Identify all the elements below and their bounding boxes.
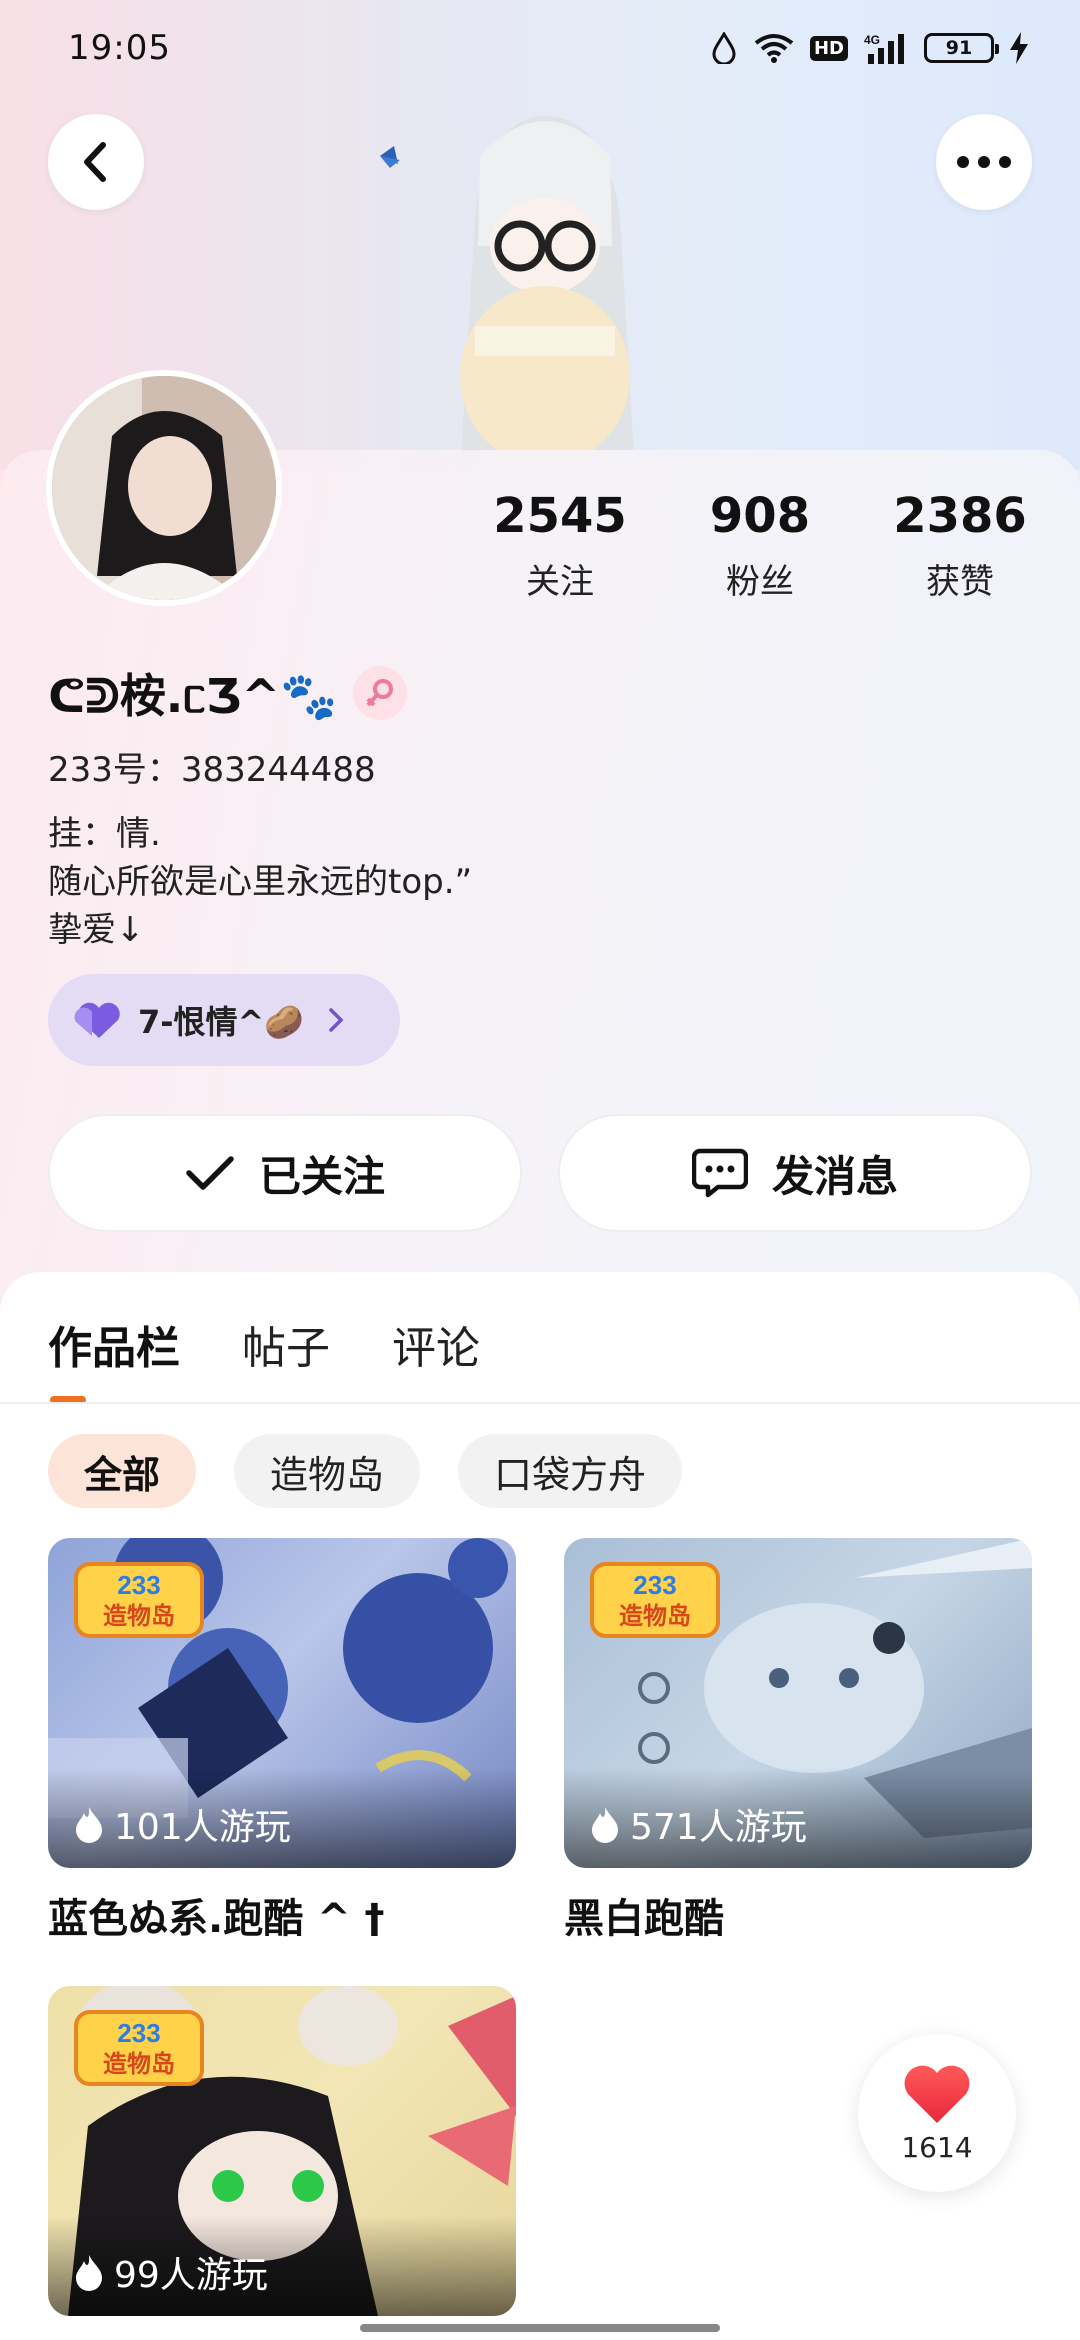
profile-stats: 2545 关注 908 粉丝 2386 获赞 bbox=[470, 488, 1050, 603]
chevron-left-icon bbox=[84, 142, 106, 182]
more-dots-icon bbox=[957, 156, 1011, 168]
chevron-right-icon bbox=[329, 1008, 344, 1032]
home-indicator[interactable] bbox=[360, 2324, 720, 2332]
stat-following-label: 关注 bbox=[526, 562, 594, 602]
avatar-character-illustration bbox=[380, 116, 635, 470]
flame-icon bbox=[76, 1807, 102, 1843]
filter-all[interactable]: 全部 bbox=[48, 1434, 197, 1508]
filter-pocket-ark[interactable]: 口袋方舟 bbox=[458, 1434, 683, 1508]
flame-icon bbox=[76, 2255, 102, 2291]
bio-line: 挂：情. bbox=[48, 814, 161, 854]
play-count: 99人游玩 bbox=[74, 2246, 268, 2298]
flame-icon bbox=[592, 1807, 618, 1843]
filter-chips: 全部 造物岛 口袋方舟 bbox=[48, 1434, 683, 1508]
status-icons: HD 4G 91 bbox=[710, 32, 1028, 64]
bio-line: 挚爱↓ bbox=[48, 910, 145, 950]
more-options-button[interactable] bbox=[936, 114, 1032, 210]
svg-text:233: 233 bbox=[633, 1570, 676, 1600]
stat-followers-value: 908 bbox=[709, 488, 811, 544]
content-tabs: 作品栏 帖子 评论 bbox=[48, 1312, 480, 1376]
user-id: 233号：383244488 bbox=[48, 750, 376, 790]
name-row: ᕦᕲ桉.ᥴƷ^🐾 bbox=[48, 660, 408, 726]
send-message-button-label: 发消息 bbox=[771, 1151, 898, 1201]
work-title: 蓝色ぬ系.跑酷 ^ † bbox=[48, 1896, 385, 1942]
svg-text:造物岛: 造物岛 bbox=[619, 1602, 691, 1630]
wifi-icon bbox=[754, 34, 794, 63]
stat-likes[interactable]: 2386 获赞 bbox=[870, 488, 1050, 603]
work-card[interactable]: 233 造物岛 571人游玩 黑白跑酷 bbox=[564, 1538, 1032, 1944]
status-time: 19:05 bbox=[68, 28, 171, 68]
creation-island-badge-icon: 233 造物岛 bbox=[74, 2010, 204, 2086]
profile-name: ᕦᕲ桉.ᥴƷ^🐾 bbox=[48, 669, 338, 723]
check-icon bbox=[186, 1156, 234, 1190]
work-thumbnail: 233 造物岛 99人游玩 bbox=[48, 1986, 516, 2316]
send-message-button[interactable]: 发消息 bbox=[558, 1114, 1032, 1232]
svg-text:233: 233 bbox=[117, 1570, 160, 1600]
play-count: 101人游玩 bbox=[74, 1798, 291, 1850]
charging-icon bbox=[1010, 32, 1028, 64]
work-card[interactable]: 233 造物岛 99人游玩 bbox=[48, 1986, 516, 2316]
stat-following-value: 2545 bbox=[493, 488, 627, 544]
play-count-label: 99人游玩 bbox=[114, 2255, 268, 2296]
stat-followers[interactable]: 908 粉丝 bbox=[670, 488, 850, 603]
play-count-label: 571人游玩 bbox=[630, 1807, 807, 1848]
bio-line: 随心所欲是心里永远的top.” bbox=[48, 862, 473, 902]
purple-heart-icon bbox=[74, 1002, 120, 1038]
following-button[interactable]: 已关注 bbox=[48, 1114, 522, 1232]
like-count: 1614 bbox=[901, 2130, 973, 2164]
filter-creation-island[interactable]: 造物岛 bbox=[234, 1434, 421, 1508]
battery-indicator: 91 bbox=[924, 33, 999, 63]
stat-following[interactable]: 2545 关注 bbox=[470, 488, 650, 603]
work-card[interactable]: 233 造物岛 101人游玩 蓝色ぬ系.跑酷 ^ † bbox=[48, 1538, 516, 1944]
tab-works[interactable]: 作品栏 bbox=[48, 1312, 180, 1376]
tab-divider bbox=[0, 1402, 1080, 1404]
chat-bubble-icon bbox=[691, 1148, 748, 1198]
stat-likes-value: 2386 bbox=[893, 488, 1027, 544]
like-button[interactable]: 1614 bbox=[858, 2034, 1016, 2192]
creation-island-badge-icon: 233 造物岛 bbox=[590, 1562, 720, 1638]
relationship-tag-label: 7-恨情^🥔 bbox=[138, 1003, 305, 1041]
svg-text:造物岛: 造物岛 bbox=[103, 2050, 175, 2078]
avatar-photo bbox=[52, 376, 276, 600]
stat-followers-label: 粉丝 bbox=[726, 562, 794, 602]
svg-text:233: 233 bbox=[117, 2018, 160, 2048]
stat-likes-label: 获赞 bbox=[926, 562, 994, 602]
avatar-portrait-icon bbox=[52, 376, 276, 600]
work-thumbnail: 233 造物岛 571人游玩 bbox=[564, 1538, 1032, 1868]
tab-comments[interactable]: 评论 bbox=[392, 1312, 480, 1376]
female-icon bbox=[353, 666, 408, 720]
relationship-tag[interactable]: 7-恨情^🥔 bbox=[48, 974, 400, 1066]
avatar[interactable] bbox=[46, 370, 282, 606]
back-button[interactable] bbox=[48, 114, 144, 210]
tab-posts[interactable]: 帖子 bbox=[242, 1312, 330, 1376]
work-title: 黑白跑酷 bbox=[564, 1896, 724, 1942]
heart-icon bbox=[904, 2065, 970, 2123]
hd-badge: HD bbox=[809, 35, 848, 61]
work-thumbnail: 233 造物岛 101人游玩 bbox=[48, 1538, 516, 1868]
following-button-label: 已关注 bbox=[258, 1151, 385, 1201]
svg-text:造物岛: 造物岛 bbox=[103, 1602, 175, 1630]
svg-text:4G: 4G bbox=[864, 33, 880, 47]
play-count: 571人游玩 bbox=[590, 1798, 807, 1850]
data-saver-icon bbox=[712, 32, 736, 64]
status-bar: 19:05 HD 4G 91 bbox=[0, 0, 1080, 96]
signal-4g-icon: 4G bbox=[864, 33, 904, 64]
creation-island-badge-icon: 233 造物岛 bbox=[74, 1562, 204, 1638]
profile-bio: 挂：情. 随心所欲是心里永远的top.” 挚爱↓ bbox=[48, 810, 472, 954]
play-count-label: 101人游玩 bbox=[114, 1807, 291, 1848]
